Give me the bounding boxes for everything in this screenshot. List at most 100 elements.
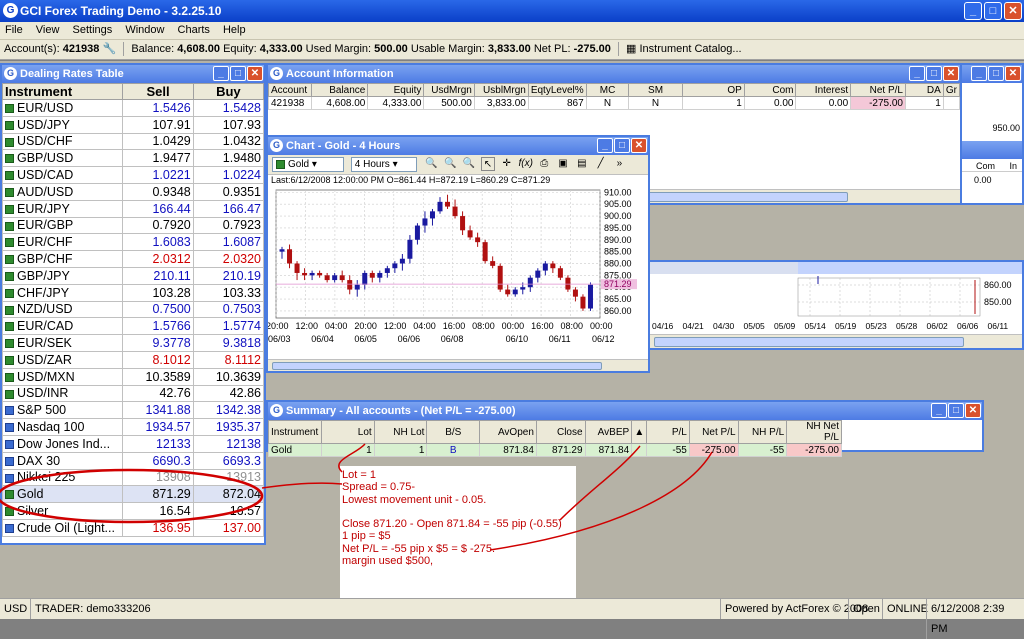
account-col-header[interactable]: Account — [267, 83, 313, 97]
dealing-maximize-button[interactable]: □ — [230, 66, 246, 81]
rate-row[interactable]: EUR/JPY 166.44 166.47 — [1, 199, 265, 218]
dealing-minimize-button[interactable]: _ — [213, 66, 229, 81]
buy-price[interactable]: 0.7923 — [192, 216, 265, 235]
sell-price[interactable]: 13908 — [122, 468, 194, 487]
account-maximize-button[interactable]: □ — [926, 66, 942, 81]
sell-price[interactable]: 1.9477 — [122, 149, 194, 168]
buy-price[interactable]: 42.86 — [192, 384, 265, 403]
sell-price[interactable]: 9.3778 — [122, 334, 194, 352]
rate-instrument[interactable]: USD/ZAR — [1, 350, 124, 369]
summary-col-header[interactable]: B/S — [426, 420, 481, 444]
buy-price[interactable]: 1.6087 — [192, 233, 265, 252]
zoom-in-icon[interactable]: 🔍 — [425, 157, 439, 171]
menu-settings[interactable]: Settings — [68, 22, 118, 38]
rate-instrument[interactable]: GBP/USD — [1, 149, 124, 168]
sell-price[interactable]: 2.0312 — [122, 250, 194, 268]
rate-row[interactable]: GBP/JPY 210.11 210.19 — [1, 266, 265, 285]
buy-price[interactable]: 137.00 — [192, 518, 265, 537]
close-button[interactable]: ✕ — [1004, 2, 1022, 20]
rate-instrument[interactable]: Nasdaq 100 — [1, 418, 124, 436]
rate-instrument[interactable]: EUR/GBP — [1, 216, 124, 235]
sell-price[interactable]: 103.28 — [122, 283, 194, 302]
sell-price[interactable]: 42.76 — [122, 384, 194, 403]
buy-header[interactable]: Buy — [192, 83, 265, 100]
summary-col-header[interactable]: ▲ — [631, 420, 648, 444]
buy-price[interactable]: 6693.3 — [192, 451, 265, 470]
rate-row[interactable]: NZD/USD 0.7500 0.7503 — [1, 300, 265, 319]
buy-price[interactable]: 1.5774 — [192, 317, 265, 336]
chart-maximize-button[interactable]: □ — [614, 138, 630, 153]
buy-price[interactable]: 103.33 — [192, 283, 265, 302]
buy-price[interactable]: 10.3639 — [192, 367, 265, 386]
summary-col-header[interactable]: Net P/L — [688, 420, 739, 444]
sell-price[interactable]: 0.7920 — [122, 216, 194, 235]
rate-instrument[interactable]: DAX 30 — [1, 451, 124, 470]
crosshair-icon[interactable]: ✛ — [500, 157, 514, 171]
account-col-header[interactable]: OP — [681, 83, 745, 97]
buy-price[interactable]: 2.0320 — [192, 250, 265, 268]
rate-row[interactable]: Gold 871.29 872.04 — [1, 485, 265, 504]
rate-row[interactable]: Crude Oil (Light... 136.95 137.00 — [1, 518, 265, 537]
minimize-button[interactable]: _ — [964, 2, 982, 20]
dealing-close-button[interactable]: ✕ — [247, 66, 263, 81]
rate-row[interactable]: USD/MXN 10.3589 10.3639 — [1, 367, 265, 386]
summary-col-header[interactable]: NH P/L — [737, 420, 788, 444]
rate-row[interactable]: S&P 500 1341.88 1342.38 — [1, 401, 265, 420]
account-col-header[interactable]: Interest — [795, 83, 852, 97]
sell-price[interactable]: 107.91 — [122, 115, 194, 134]
rate-row[interactable]: USD/ZAR 8.1012 8.1112 — [1, 350, 265, 369]
buy-price[interactable]: 9.3818 — [192, 334, 265, 352]
sell-price[interactable]: 1.5766 — [122, 317, 194, 336]
account-col-header[interactable]: Equity — [367, 83, 425, 97]
rate-row[interactable]: Nasdaq 100 1934.57 1935.37 — [1, 418, 265, 436]
account-col-header[interactable]: Com — [743, 83, 797, 97]
rate-instrument[interactable]: CHF/JPY — [1, 283, 124, 302]
rate-row[interactable]: EUR/GBP 0.7920 0.7923 — [1, 216, 265, 235]
instrument-header[interactable]: Instrument — [1, 83, 124, 100]
rate-row[interactable]: Dow Jones Ind... 12133 12138 — [1, 434, 265, 453]
rate-instrument[interactable]: GBP/JPY — [1, 266, 124, 285]
summary-col-header[interactable]: NH Lot — [373, 420, 428, 444]
properties-icon[interactable]: ▤ — [575, 157, 589, 171]
rate-instrument[interactable]: GBP/CHF — [1, 250, 124, 268]
rate-row[interactable]: GBP/USD 1.9477 1.9480 — [1, 149, 265, 168]
account-col-header[interactable]: DA — [904, 83, 944, 97]
buy-price[interactable]: 8.1112 — [192, 350, 265, 369]
rate-row[interactable]: EUR/USD 1.5426 1.5428 — [1, 99, 265, 117]
rate-instrument[interactable]: NZD/USD — [1, 300, 124, 319]
rate-row[interactable]: Nikkei 225 13908 13913 — [1, 468, 265, 487]
account-col-header[interactable]: UsblMrgn — [473, 83, 529, 97]
chart-minimize-button[interactable]: _ — [597, 138, 613, 153]
instrument-catalog-button[interactable]: Instrument Catalog... — [639, 43, 741, 55]
sell-header[interactable]: Sell — [122, 83, 194, 100]
sell-price[interactable]: 1.0429 — [122, 132, 194, 151]
rate-instrument[interactable]: S&P 500 — [1, 401, 124, 420]
rate-instrument[interactable]: EUR/USD — [1, 99, 124, 117]
sell-price[interactable]: 1.5426 — [122, 99, 194, 117]
behind-maximize-button[interactable]: □ — [988, 66, 1004, 81]
rate-row[interactable]: USD/CAD 1.0221 1.0224 — [1, 166, 265, 184]
summary-col-header[interactable]: AvBEP — [584, 420, 633, 444]
summary-col-header[interactable]: Close — [535, 420, 586, 444]
rate-row[interactable]: GBP/CHF 2.0312 2.0320 — [1, 250, 265, 268]
sell-price[interactable]: 210.11 — [122, 266, 194, 285]
account-col-header[interactable]: EqtyLevel% — [527, 83, 587, 97]
rate-row[interactable]: EUR/CAD 1.5766 1.5774 — [1, 317, 265, 336]
buy-price[interactable]: 1342.38 — [192, 401, 265, 420]
summary-minimize-button[interactable]: _ — [931, 403, 947, 418]
rate-row[interactable]: USD/CHF 1.0429 1.0432 — [1, 132, 265, 151]
sell-price[interactable]: 871.29 — [122, 485, 194, 504]
buy-price[interactable]: 1.0432 — [192, 132, 265, 151]
period-select[interactable]: 4 Hours ▾ — [350, 157, 417, 172]
sell-price[interactable]: 166.44 — [122, 199, 194, 218]
chart-close-button[interactable]: ✕ — [631, 138, 647, 153]
sell-price[interactable]: 136.95 — [122, 518, 194, 537]
account-col-header[interactable]: Net P/L — [850, 83, 906, 97]
print-icon[interactable]: ⎙ — [537, 157, 551, 171]
sell-price[interactable]: 1.6083 — [122, 233, 194, 252]
buy-price[interactable]: 107.93 — [192, 115, 265, 134]
buy-price[interactable]: 166.47 — [192, 199, 265, 218]
menu-file[interactable]: File — [0, 22, 28, 38]
more-tools-icon[interactable]: » — [612, 157, 626, 171]
summary-col-header[interactable]: AvOpen — [479, 420, 537, 444]
